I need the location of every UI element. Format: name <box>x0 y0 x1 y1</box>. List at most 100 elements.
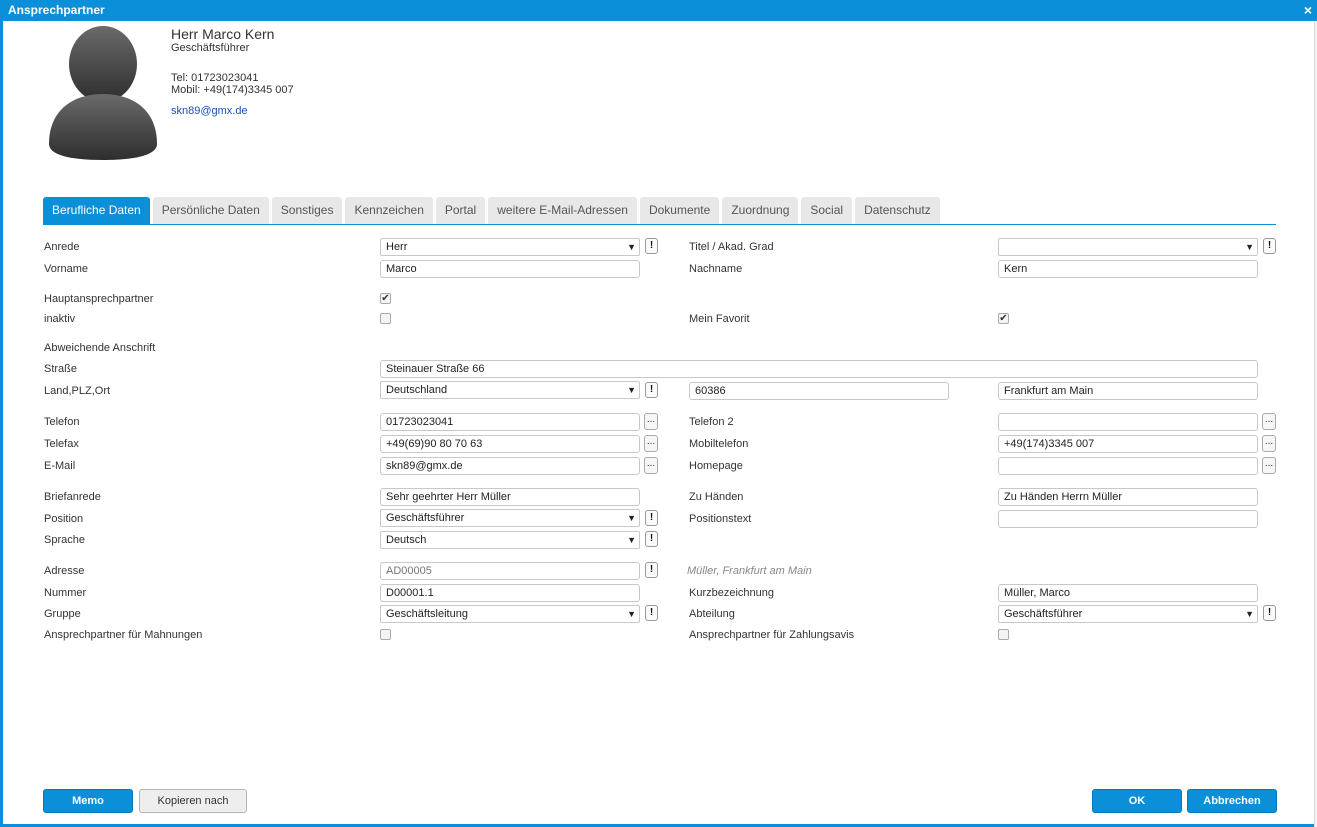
land-select[interactable]: Deutschland ▼ <box>380 381 640 399</box>
homepage-more-button[interactable]: ... <box>1262 457 1276 474</box>
ap-mahnungen-label: Ansprechpartner für Mahnungen <box>44 629 203 641</box>
email-label: E-Mail <box>44 460 76 472</box>
anrede-info-button[interactable]: ! <box>645 238 658 254</box>
adresse-input[interactable]: AD00005 <box>380 562 640 580</box>
position-select[interactable]: Geschäftsführer ▼ <box>380 509 640 527</box>
titel-info-button[interactable]: ! <box>1263 238 1276 254</box>
tab-weitere-email[interactable]: weitere E-Mail-Adressen <box>488 197 637 224</box>
mein-favorit-checkbox[interactable]: ✔ <box>998 313 1009 324</box>
abbrechen-button[interactable]: Abbrechen <box>1187 789 1277 813</box>
gruppe-select[interactable]: Geschäftsleitung ▼ <box>380 605 640 623</box>
tab-sonstiges[interactable]: Sonstiges <box>271 197 343 224</box>
contact-position: Geschäftsführer <box>171 42 250 54</box>
position-info-button[interactable]: ! <box>645 510 658 526</box>
kopieren-nach-button[interactable]: Kopieren nach <box>139 789 247 813</box>
sprache-label: Sprache <box>44 534 85 546</box>
hauptansprechpartner-checkbox[interactable]: ✔ <box>380 293 391 304</box>
strasse-input[interactable]: Steinauer Straße 66 <box>380 360 1258 378</box>
positionstext-input[interactable] <box>998 510 1258 528</box>
telefax-label: Telefax <box>44 438 79 450</box>
mein-favorit-label: Mein Favorit <box>689 313 750 325</box>
telefon2-label: Telefon 2 <box>689 416 734 428</box>
kurzbezeichnung-input[interactable]: Müller, Marco <box>998 584 1258 602</box>
dialog-window: Ansprechpartner × Herr Marco Kern Geschä… <box>0 0 1317 827</box>
tab-social[interactable]: Social <box>801 197 853 224</box>
gruppe-label: Gruppe <box>44 608 81 620</box>
adresse-label: Adresse <box>44 565 85 577</box>
gruppe-info-button[interactable]: ! <box>645 605 658 621</box>
title-bar: Ansprechpartner × <box>3 0 1317 21</box>
mobiltelefon-label: Mobiltelefon <box>689 438 749 450</box>
email-more-button[interactable]: ... <box>644 457 658 474</box>
strasse-label: Straße <box>44 363 78 375</box>
tab-divider <box>43 224 1276 225</box>
anrede-select[interactable]: Herr ▼ <box>380 238 640 256</box>
zu-haenden-label: Zu Händen <box>689 491 744 503</box>
sprache-info-button[interactable]: ! <box>645 531 658 547</box>
contact-email-link[interactable]: skn89@gmx.de <box>171 105 248 117</box>
chevron-down-icon: ▼ <box>627 242 636 252</box>
adresse-info-button[interactable]: ! <box>645 562 658 578</box>
tab-datenschutz[interactable]: Datenschutz <box>855 197 940 224</box>
homepage-input[interactable] <box>998 457 1258 475</box>
chevron-down-icon: ▼ <box>627 609 636 619</box>
abweichende-anschrift-label: Abweichende Anschrift <box>44 342 156 354</box>
abteilung-label: Abteilung <box>689 608 735 620</box>
abteilung-select[interactable]: Geschäftsführer ▼ <box>998 605 1258 623</box>
tab-zuordnung[interactable]: Zuordnung <box>722 197 799 224</box>
inaktiv-label: inaktiv <box>44 313 76 325</box>
telefon2-input[interactable] <box>998 413 1258 431</box>
positionstext-label: Positionstext <box>689 513 752 525</box>
tab-portal[interactable]: Portal <box>435 197 486 224</box>
chevron-down-icon: ▼ <box>627 535 636 545</box>
tab-berufliche-daten[interactable]: Berufliche Daten <box>43 197 150 224</box>
ort-input[interactable]: Frankfurt am Main <box>998 382 1258 400</box>
ap-zahlungsavis-label: Ansprechpartner für Zahlungsavis <box>689 629 855 641</box>
ap-mahnungen-checkbox[interactable] <box>380 629 391 640</box>
telefon2-more-button[interactable]: ... <box>1262 413 1276 430</box>
zu-haenden-input[interactable]: Zu Händen Herrn Müller <box>998 488 1258 506</box>
telefon-label: Telefon <box>44 416 80 428</box>
nachname-input[interactable]: Kern <box>998 260 1258 278</box>
nummer-label: Nummer <box>44 587 87 599</box>
email-input[interactable]: skn89@gmx.de <box>380 457 640 475</box>
vorname-input[interactable]: Marco <box>380 260 640 278</box>
person-silhouette-icon <box>49 26 157 160</box>
vorname-label: Vorname <box>44 263 89 275</box>
sprache-select[interactable]: Deutsch ▼ <box>380 531 640 549</box>
position-label: Position <box>44 513 84 525</box>
close-icon[interactable]: × <box>1304 0 1312 21</box>
ap-zahlungsavis-checkbox[interactable] <box>998 629 1009 640</box>
homepage-label: Homepage <box>689 460 743 472</box>
chevron-down-icon: ▼ <box>1245 242 1254 252</box>
titel-label: Titel / Akad. Grad <box>689 241 774 253</box>
chevron-down-icon: ▼ <box>627 385 636 395</box>
nachname-label: Nachname <box>689 263 743 275</box>
inaktiv-checkbox[interactable] <box>380 313 391 324</box>
tab-persoenliche-daten[interactable]: Persönliche Daten <box>152 197 269 224</box>
telefon-more-button[interactable]: ... <box>644 413 658 430</box>
tab-bar: Berufliche Daten Persönliche Daten Sonst… <box>43 197 940 224</box>
telefon-input[interactable]: 01723023041 <box>380 413 640 431</box>
land-plz-ort-label: Land,PLZ,Ort <box>44 385 111 397</box>
abteilung-info-button[interactable]: ! <box>1263 605 1276 621</box>
briefanrede-input[interactable]: Sehr geehrter Herr Müller <box>380 488 640 506</box>
briefanrede-label: Briefanrede <box>44 491 101 503</box>
mobiltelefon-more-button[interactable]: ... <box>1262 435 1276 452</box>
adresse-hint: Müller, Frankfurt am Main <box>687 565 812 577</box>
titel-select[interactable]: ▼ <box>998 238 1258 256</box>
ok-button[interactable]: OK <box>1092 789 1182 813</box>
contact-mobile: Mobil: +49(174)3345 007 <box>171 84 294 96</box>
mobiltelefon-input[interactable]: +49(174)3345 007 <box>998 435 1258 453</box>
kurzbezeichnung-label: Kurzbezeichnung <box>689 587 775 599</box>
telefax-input[interactable]: +49(69)90 80 70 63 <box>380 435 640 453</box>
tab-dokumente[interactable]: Dokumente <box>639 197 720 224</box>
tab-kennzeichen[interactable]: Kennzeichen <box>345 197 433 224</box>
land-info-button[interactable]: ! <box>645 382 658 398</box>
plz-input[interactable]: 60386 <box>689 382 949 400</box>
anrede-label: Anrede <box>44 241 80 253</box>
telefax-more-button[interactable]: ... <box>644 435 658 452</box>
contact-phone: Tel: 01723023041 <box>171 72 259 84</box>
nummer-input[interactable]: D00001.1 <box>380 584 640 602</box>
memo-button[interactable]: Memo <box>43 789 133 813</box>
